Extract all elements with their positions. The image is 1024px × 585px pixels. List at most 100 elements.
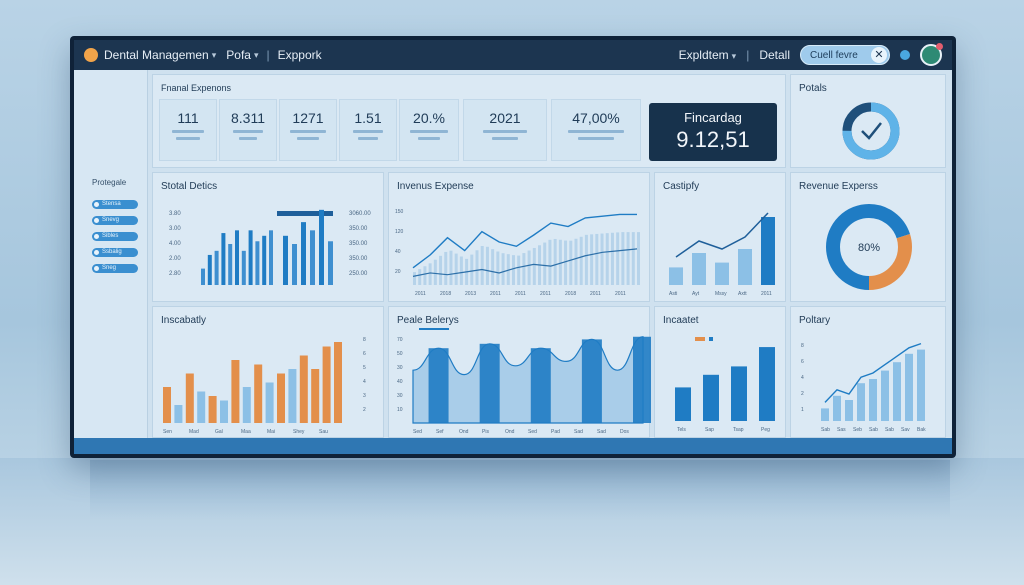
x-tick-label: Pad xyxy=(551,429,560,435)
bar xyxy=(288,369,297,423)
kpi-value: 8.311 xyxy=(231,110,265,126)
bar xyxy=(631,232,635,285)
menu-export[interactable]: Exppork xyxy=(278,48,322,62)
bar xyxy=(759,347,775,421)
kpi-tile[interactable]: 1271 xyxy=(279,99,337,161)
bar xyxy=(328,241,333,285)
sidebar: Protegale Stensa Snevg Sibles Ssbalig Sn… xyxy=(74,70,148,438)
bar xyxy=(301,222,306,285)
financial-expenses-card: Fnanal Expenons 111 8.311 1271 1.51 20.%… xyxy=(152,74,786,168)
bar xyxy=(221,233,226,285)
x-tick-label: Gal xyxy=(215,429,223,435)
bar xyxy=(214,250,219,285)
x-tick-label: Sad xyxy=(574,429,583,435)
kpi-caption xyxy=(492,137,518,140)
bar xyxy=(413,272,416,285)
highlight-kpi[interactable]: Fincardag 9.12,51 xyxy=(649,103,777,161)
x-tick-label: Sas xyxy=(837,427,846,433)
bar xyxy=(605,233,609,285)
divider: | xyxy=(266,48,270,62)
x-tick-label: 2011 xyxy=(515,291,526,297)
chevron-down-icon[interactable]: ▾ xyxy=(212,50,217,61)
bar xyxy=(292,244,297,285)
kpi-tile[interactable]: 20.% xyxy=(399,99,459,161)
highlight-label: Fincardag xyxy=(684,110,742,125)
kpi-tile[interactable]: 111 xyxy=(159,99,217,161)
chart-card-revenue-experss: Revenue Experss 80% xyxy=(790,172,946,302)
sidebar-item-2[interactable]: Snevg xyxy=(92,216,138,225)
bar xyxy=(715,262,729,285)
bar xyxy=(501,253,505,285)
bar xyxy=(242,387,251,423)
bar xyxy=(254,364,263,423)
sidebar-item-4[interactable]: Ssbalig xyxy=(92,248,138,257)
sidebar-item-3[interactable]: Sibles xyxy=(92,232,138,241)
kpi-caption xyxy=(172,130,204,133)
bar xyxy=(433,259,437,285)
bar xyxy=(569,240,573,285)
bar xyxy=(207,254,212,285)
bar xyxy=(543,242,547,285)
bar xyxy=(675,387,691,421)
bar xyxy=(208,396,217,423)
kpi-caption xyxy=(568,130,624,133)
sidebar-item-5[interactable]: Sneg xyxy=(92,264,138,273)
x-tick-label: 2011 xyxy=(590,291,601,297)
kpi-tile[interactable]: 8.311 xyxy=(219,99,277,161)
kpi-tile[interactable]: 47,00% xyxy=(551,99,641,161)
avatar[interactable] xyxy=(920,43,943,66)
monitor-reflection xyxy=(90,460,950,520)
kpi-tile[interactable]: 2021 xyxy=(463,99,547,161)
bar xyxy=(584,234,588,285)
y-tick-label: 4 xyxy=(363,379,366,385)
bar xyxy=(637,232,640,285)
bar xyxy=(449,250,453,285)
x-tick-label: Sav xyxy=(901,427,910,433)
menu-expldtem[interactable]: Expldtem ▾ xyxy=(679,48,737,62)
bar xyxy=(299,355,308,423)
bar xyxy=(197,391,206,423)
bar xyxy=(439,255,443,285)
x-tick-label: Dos xyxy=(620,429,629,435)
y-tick-label: 6 xyxy=(363,351,366,357)
bar xyxy=(310,230,315,285)
chart-card-poltary: Poltary 8 6 4 2 1 Sab Sas Seb Sab Sab Sav Bak xyxy=(790,306,946,438)
kpi-caption xyxy=(176,137,200,140)
close-icon[interactable]: ✕ xyxy=(871,47,887,63)
bar xyxy=(590,234,594,285)
y-tick-label: 70 xyxy=(397,337,403,343)
bar xyxy=(579,236,583,285)
bar xyxy=(201,268,205,285)
bar xyxy=(610,232,614,285)
bar xyxy=(905,353,913,421)
kpi-caption xyxy=(353,130,383,133)
card-title: Fnanal Expenons xyxy=(161,83,232,93)
x-tick-label: Sad xyxy=(597,429,606,435)
bar xyxy=(428,348,449,423)
top-bar: Dental Managemen ▾ Pofa ▾ | Exppork Expl… xyxy=(74,40,952,70)
area-chart: 70 50 30 40 30 10 Sed Sef Ond Pis Ond Sed Pad Sad Sad D… xyxy=(397,328,651,435)
y-tick-label: 4.00 xyxy=(169,241,181,247)
x-tick-label: 2018 xyxy=(565,291,576,297)
y-tick-label: 30 xyxy=(397,365,403,371)
bar xyxy=(423,266,427,285)
menu-pofa[interactable]: Pofa xyxy=(226,48,251,62)
highlight-bar xyxy=(277,211,333,216)
bar xyxy=(761,217,775,285)
bar xyxy=(255,241,260,285)
bar xyxy=(269,230,273,285)
chevron-down-icon[interactable]: ▾ xyxy=(254,50,259,61)
bar-line-chart: 8 6 4 2 1 Sab Sas Seb Sab Sab Sav Bak xyxy=(801,342,926,433)
search-input[interactable]: Cuell fevre ✕ xyxy=(800,45,890,65)
kpi-caption xyxy=(578,137,614,140)
app-title: Dental Managemen xyxy=(104,48,209,62)
bar xyxy=(633,336,651,423)
kpi-tile[interactable]: 1.51 xyxy=(339,99,397,161)
menu-detail[interactable]: Detall xyxy=(759,48,790,62)
kpi-caption xyxy=(297,137,319,140)
y-tick-label: 3 xyxy=(363,393,366,399)
x-tick-label: 2018 xyxy=(440,291,451,297)
sidebar-item-1[interactable]: Stensa xyxy=(92,200,138,209)
bar xyxy=(738,249,752,285)
bar xyxy=(517,255,521,285)
